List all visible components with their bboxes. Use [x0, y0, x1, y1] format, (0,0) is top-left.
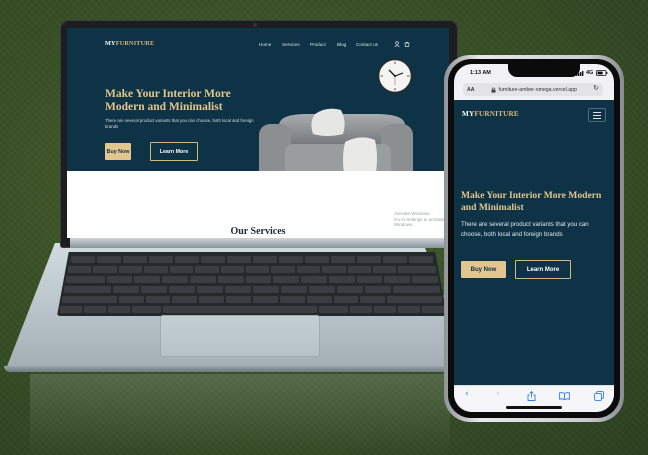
phone-site-logo[interactable]: MYFURNITURE	[462, 110, 519, 118]
reload-icon[interactable]: ↻	[593, 84, 599, 92]
laptop-keyboard	[57, 252, 447, 316]
laptop-camera	[253, 23, 257, 27]
wall-clock-image	[377, 58, 413, 94]
bookmarks-icon[interactable]	[559, 392, 570, 400]
learn-more-button[interactable]: Learn More	[150, 142, 198, 161]
share-icon[interactable]	[527, 391, 536, 401]
status-time: 1:13 AM	[470, 70, 491, 76]
tabs-icon[interactable]	[594, 391, 604, 401]
status-network: 4G	[586, 70, 594, 76]
phone-notch	[508, 64, 580, 77]
buy-now-button[interactable]: Buy Now	[105, 143, 131, 160]
address-bar[interactable]: AA furniture-amber-omega.vercel.app ↻	[463, 83, 603, 96]
desk-reflection	[30, 374, 450, 455]
nav-link-contact[interactable]: Contact us	[356, 42, 378, 47]
nav-link-blog[interactable]: Blog	[337, 42, 346, 47]
nav-link-product[interactable]: Product	[310, 42, 326, 47]
phone-hero-section: MYFURNITURE Make Your Interior More Mode…	[454, 100, 614, 385]
cart-icon[interactable]	[404, 41, 410, 47]
lock-icon	[491, 87, 495, 93]
phone-logo-suffix: FURNITURE	[474, 110, 519, 118]
hero-title: Make Your Interior More Modern and Minim…	[105, 88, 231, 113]
hamburger-menu-icon[interactable]	[588, 108, 606, 122]
phone-learn-more-button[interactable]: Learn More	[515, 260, 571, 279]
site-logo[interactable]: MYFURNITURE	[105, 40, 154, 47]
nav-link-home[interactable]: Home	[259, 42, 271, 47]
phone-hero-subtitle: There are several product variants that …	[461, 221, 589, 238]
battery-icon	[596, 70, 608, 76]
phone-screen: 1:13 AM 4G AA furniture-amber-omega.verc…	[454, 64, 614, 412]
services-heading: Our Services	[230, 226, 286, 237]
laptop-hinge	[70, 238, 450, 248]
hero-subtitle: There are several product variants that …	[105, 118, 254, 129]
phone-buy-now-button[interactable]: Buy Now	[461, 261, 506, 278]
laptop-front-edge	[4, 366, 474, 372]
forward-icon[interactable]: ›	[496, 389, 500, 399]
phone-logo-prefix: MY	[462, 110, 475, 118]
user-icon[interactable]	[394, 41, 400, 47]
laptop-screen: MYFURNITURE Home Services Product Blog C…	[67, 28, 449, 238]
back-icon[interactable]: ‹	[465, 389, 469, 399]
reader-aa-button[interactable]: AA	[467, 87, 475, 93]
home-indicator	[506, 406, 562, 409]
logo-prefix: MY	[105, 40, 116, 47]
phone-hero-title: Make Your Interior More Modern and Minim…	[461, 190, 602, 213]
trackpad	[160, 315, 320, 357]
logo-suffix: FURNITURE	[115, 40, 155, 47]
url-text: furniture-amber-omega.vercel.app	[498, 86, 577, 93]
nav-link-services[interactable]: Services	[282, 42, 300, 47]
